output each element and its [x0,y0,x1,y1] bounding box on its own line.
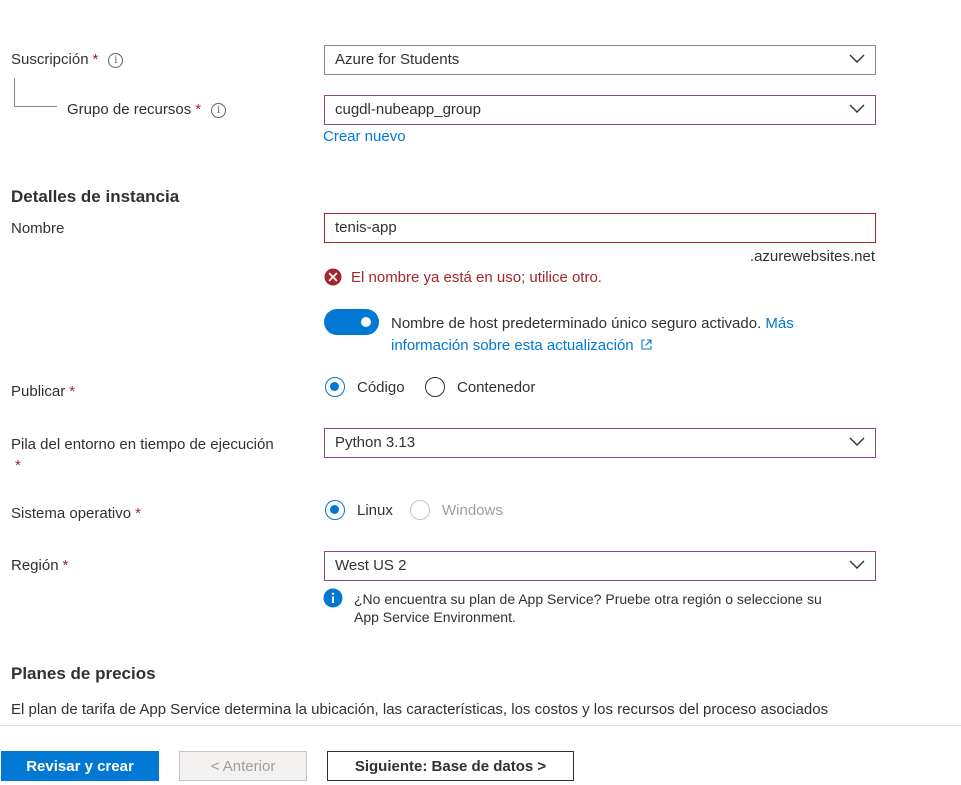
os-linux-label: Linux [357,502,393,519]
required-asterisk: * [195,101,202,118]
chevron-down-icon [849,560,865,569]
runtime-label: Pila del entorno en tiempo de ejecución * [11,434,274,476]
os-windows-radio[interactable] [410,500,430,520]
secure-hostname-toggle[interactable] [324,309,379,335]
review-create-button[interactable]: Revisar y crear [1,751,159,781]
subscription-label: Suscripción * i [11,51,124,68]
subscription-value: Azure for Students [335,51,460,68]
create-new-link[interactable]: Crear nuevo [323,128,406,145]
os-linux-radio[interactable] [325,500,345,520]
more-info-link-part1[interactable]: Más [765,315,793,332]
required-asterisk: * [62,557,69,574]
runtime-value: Python 3.13 [335,434,416,451]
runtime-dropdown[interactable]: Python 3.13 [324,428,876,458]
region-info: ¿No encuentra su plan de App Service? Pr… [354,590,822,626]
subscription-label-text: Suscripción [11,51,89,68]
subscription-dropdown[interactable]: Azure for Students [324,45,876,75]
external-link-icon [641,339,652,350]
name-input[interactable] [335,219,855,236]
required-asterisk: * [15,457,21,474]
region-info-line1: ¿No encuentra su plan de App Service? Pr… [354,591,822,607]
runtime-label-text: Pila del entorno en tiempo de ejecución [11,436,274,453]
pricing-title: Planes de precios [11,664,156,683]
error-icon [324,268,342,286]
publish-code-label: Código [357,379,405,396]
domain-suffix: .azurewebsites.net [749,248,875,265]
required-asterisk: * [135,505,141,522]
tree-connector [14,78,57,107]
info-circle-icon [323,588,343,608]
info-icon[interactable]: i [108,53,124,68]
publish-container-radio[interactable] [425,377,445,397]
name-field[interactable] [324,213,876,243]
region-dropdown[interactable]: West US 2 [324,551,876,581]
publish-label-text: Publicar [11,383,66,400]
region-info-line2: App Service Environment. [354,609,516,625]
resource-group-label-text: Grupo de recursos [67,101,192,118]
name-label: Nombre [11,220,65,237]
resource-group-value: cugdl-nubeapp_group [335,101,481,118]
publish-label: Publicar * [11,383,75,400]
chevron-down-icon [849,437,865,446]
os-label-text: Sistema operativo [11,505,132,522]
resource-group-label: Grupo de recursos * i [67,101,227,118]
more-info-link[interactable]: información sobre esta actualización [391,337,634,354]
chevron-down-icon [849,104,865,113]
publish-code-radio[interactable] [325,377,345,397]
required-asterisk: * [69,383,76,400]
region-label-text: Región [11,557,59,574]
chevron-down-icon [849,54,865,63]
required-asterisk: * [92,51,99,68]
publish-container-label: Contenedor [457,379,536,396]
toggle-knob [361,317,371,327]
os-windows-label: Windows [442,502,503,519]
resource-group-dropdown[interactable]: cugdl-nubeapp_group [324,95,876,125]
hostname-text: Nombre de host predeterminado único segu… [391,315,762,332]
hostname-description: Nombre de host predeterminado único segu… [391,313,861,357]
region-value: West US 2 [335,557,407,574]
name-error-message: El nombre ya está en uso; utilice otro. [351,269,602,286]
region-label: Región * [11,557,68,574]
os-label: Sistema operativo * [11,505,141,522]
pricing-description: El plan de tarifa de App Service determi… [11,701,829,718]
next-database-button[interactable]: Siguiente: Base de datos > [327,751,574,781]
info-icon[interactable]: i [211,103,227,118]
instance-details-title: Detalles de instancia [11,187,180,206]
previous-button[interactable]: < Anterior [179,751,307,781]
